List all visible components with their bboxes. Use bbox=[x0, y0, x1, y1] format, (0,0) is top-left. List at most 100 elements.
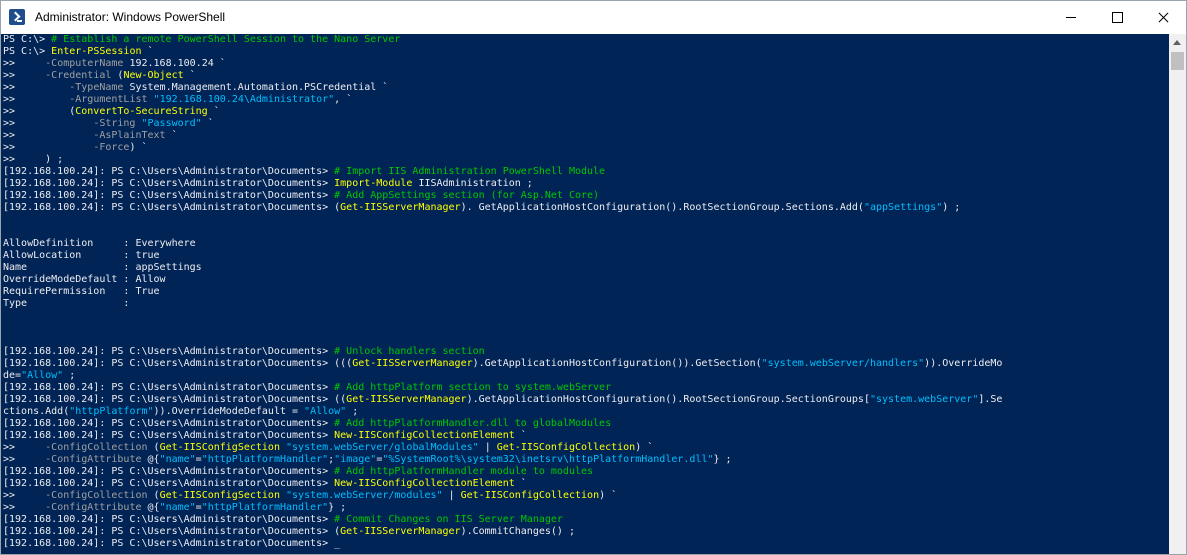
console-segment: ` bbox=[207, 106, 220, 117]
console-segment: [192.168.100.24]: PS C:\Users\Administra… bbox=[3, 430, 335, 441]
console-segment: de= bbox=[3, 370, 22, 381]
console-segment: Type : bbox=[3, 298, 130, 309]
console-segment: >> bbox=[3, 82, 70, 93]
console-segment: Get-IISServerManager bbox=[340, 202, 461, 213]
console-segment: "appSettings" bbox=[863, 202, 943, 213]
console-segment: ). GetApplicationHostConfiguration().Roo… bbox=[460, 202, 864, 213]
console-line: [192.168.100.24]: PS C:\Users\Administra… bbox=[3, 346, 1002, 358]
console-segment: "image" bbox=[334, 454, 377, 465]
console-segment: "httpPlatformHandler" bbox=[201, 454, 329, 465]
console-segment: # Add httpPlatformHandler module to modu… bbox=[334, 466, 594, 477]
console-segment: [192.168.100.24]: PS C:\Users\Administra… bbox=[3, 202, 341, 213]
console-segment: System.Management.Automation.PSCredentia… bbox=[123, 82, 389, 93]
console-segment: -String bbox=[93, 118, 136, 129]
console-segment: [192.168.100.24]: PS C:\Users\Administra… bbox=[3, 190, 335, 201]
console-segment: >> bbox=[3, 442, 46, 453]
console-segment: Import-Module bbox=[334, 178, 413, 189]
console-segment: # Add httpPlatform section to system.web… bbox=[334, 382, 612, 393]
console-segment: ) ` bbox=[635, 442, 654, 453]
console-segment: -AsPlainText bbox=[93, 130, 166, 141]
console-segment: "httpPlatform" bbox=[69, 406, 154, 417]
console-segment: , ` bbox=[334, 94, 353, 105]
console-segment: Get-IISServerManager bbox=[352, 358, 473, 369]
console-segment: [192.168.100.24]: PS C:\Users\Administra… bbox=[3, 346, 335, 357]
vertical-scrollbar[interactable] bbox=[1169, 34, 1186, 554]
console-segment: "192.168.100.24\Administrator" bbox=[153, 94, 335, 105]
console-segment: @{ bbox=[141, 502, 160, 513]
console-line: ctions.Add("httpPlatform")).OverrideMode… bbox=[3, 406, 1002, 418]
console-segment: "httpPlatformHandler" bbox=[201, 502, 329, 513]
console-segment: "system.webServer/globalModules" bbox=[286, 442, 479, 453]
console-line: [192.168.100.24]: PS C:\Users\Administra… bbox=[3, 478, 1002, 490]
console-segment: Get-IISConfigCollection bbox=[460, 490, 600, 501]
maximize-button[interactable] bbox=[1094, 1, 1140, 34]
console-segment: >> bbox=[3, 94, 70, 105]
console-output[interactable]: PS C:\> # Establish a remote PowerShell … bbox=[1, 34, 1169, 554]
console-segment: -ArgumentList bbox=[69, 94, 148, 105]
console-line: Type : bbox=[3, 298, 1002, 310]
title-bar[interactable]: Administrator: Windows PowerShell bbox=[1, 1, 1186, 34]
console-line: [192.168.100.24]: PS C:\Users\Administra… bbox=[3, 190, 1002, 202]
scroll-thumb[interactable] bbox=[1171, 52, 1184, 70]
console-segment: -TypeName bbox=[69, 82, 124, 93]
console-line: AllowLocation : true bbox=[3, 250, 1002, 262]
console-line: [192.168.100.24]: PS C:\Users\Administra… bbox=[3, 538, 1002, 550]
console-line: >> -ConfigCollection (Get-IISConfigSecti… bbox=[3, 442, 1002, 454]
console-line: OverrideModeDefault : Allow bbox=[3, 274, 1002, 286]
console-line: [192.168.100.24]: PS C:\Users\Administra… bbox=[3, 202, 1002, 214]
console-segment: | bbox=[442, 490, 461, 501]
console-line: AllowDefinition : Everywhere bbox=[3, 238, 1002, 250]
console-segment: -ConfigAttribute bbox=[45, 454, 142, 465]
console-line: RequirePermission : True bbox=[3, 286, 1002, 298]
console-segment: [192.168.100.24]: PS C:\Users\Administra… bbox=[3, 526, 341, 537]
powershell-window: Administrator: Windows PowerShell PS C:\… bbox=[0, 0, 1187, 555]
console-line: >> -String "Password" ` bbox=[3, 118, 1002, 130]
console-segment: PS C:\> bbox=[3, 34, 52, 45]
console-segment: [192.168.100.24]: PS C:\Users\Administra… bbox=[3, 166, 335, 177]
console-line: >> -AsPlainText ` bbox=[3, 130, 1002, 142]
console-segment: ` bbox=[183, 70, 196, 81]
console-segment: >> bbox=[3, 70, 46, 81]
text-cursor: _ bbox=[334, 538, 341, 549]
console-line: >> ) ; bbox=[3, 154, 1002, 166]
powershell-icon[interactable] bbox=[9, 9, 25, 25]
console-line: >> -ComputerName 192.168.100.24 ` bbox=[3, 58, 1002, 70]
console-segment: "%SystemRoot%\system32\inetsrv\httpPlatf… bbox=[382, 454, 714, 465]
scroll-up-arrow-icon[interactable] bbox=[1169, 34, 1186, 51]
console-line: [192.168.100.24]: PS C:\Users\Administra… bbox=[3, 358, 1002, 370]
console-line: PS C:\> Enter-PSSession ` bbox=[3, 46, 1002, 58]
console-segment: ) ; bbox=[942, 202, 961, 213]
console-segment: [192.168.100.24]: PS C:\Users\Administra… bbox=[3, 394, 347, 405]
console-segment: PS C:\> bbox=[3, 46, 52, 57]
console-segment: [192.168.100.24]: PS C:\Users\Administra… bbox=[3, 382, 335, 393]
console-segment: )).OverrideModeDefault = bbox=[153, 406, 305, 417]
console-line: de="Allow" ; bbox=[3, 370, 1002, 382]
console-segment: # Unlock handlers section bbox=[334, 346, 485, 357]
console-segment: @{ bbox=[141, 454, 160, 465]
console-segment: ConvertTo-SecureString bbox=[75, 106, 208, 117]
console-segment: AllowDefinition : Everywhere bbox=[3, 238, 196, 249]
close-button[interactable] bbox=[1140, 1, 1186, 34]
console-segment: [192.168.100.24]: PS C:\Users\Administra… bbox=[3, 538, 335, 549]
console-line: [192.168.100.24]: PS C:\Users\Administra… bbox=[3, 166, 1002, 178]
console-segment: "system.webServer/modules" bbox=[286, 490, 443, 501]
console-line: Name : appSettings bbox=[3, 262, 1002, 274]
console-segment: Get-IISConfigSection bbox=[159, 490, 280, 501]
console-segment: ) ` bbox=[129, 142, 148, 153]
console-segment: >> bbox=[3, 130, 94, 141]
console-line: [192.168.100.24]: PS C:\Users\Administra… bbox=[3, 514, 1002, 526]
console-segment: "name" bbox=[159, 502, 196, 513]
minimize-button[interactable] bbox=[1048, 1, 1094, 34]
console-segment: } ; bbox=[713, 454, 732, 465]
console-segment: "system.webServer/handlers" bbox=[761, 358, 925, 369]
console-segment: ctions.Add( bbox=[3, 406, 70, 417]
console-segment: "name" bbox=[159, 454, 196, 465]
console-segment: "Allow" bbox=[304, 406, 347, 417]
console-segment: >> bbox=[3, 454, 46, 465]
console-segment: [192.168.100.24]: PS C:\Users\Administra… bbox=[3, 418, 335, 429]
console-line: >> (ConvertTo-SecureString ` bbox=[3, 106, 1002, 118]
console-segment: AllowLocation : true bbox=[3, 250, 160, 261]
console-line: >> -Force) ` bbox=[3, 142, 1002, 154]
console-segment: | bbox=[478, 442, 497, 453]
console-line: >> -ConfigAttribute @{"name"="httpPlatfo… bbox=[3, 454, 1002, 466]
